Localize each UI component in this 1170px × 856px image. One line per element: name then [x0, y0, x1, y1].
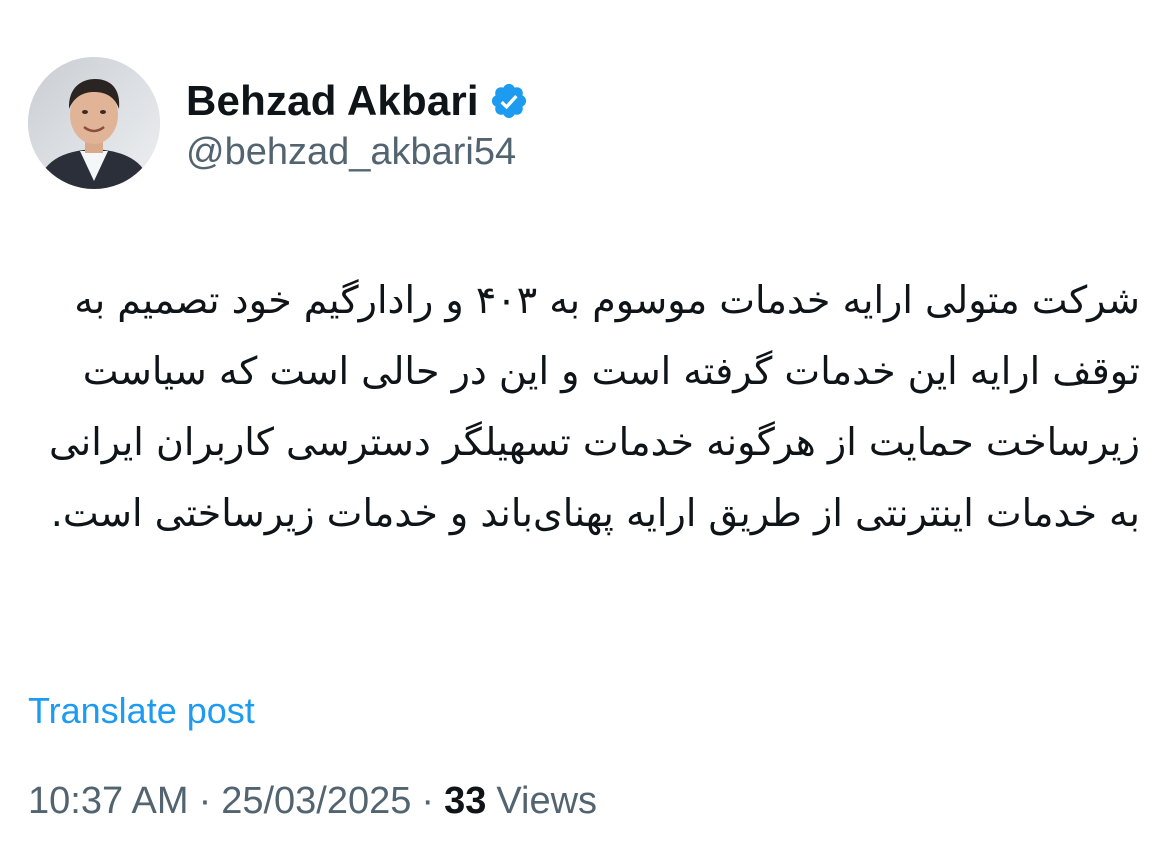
author-names: Behzad Akbari @behzad_akbari54: [186, 73, 529, 174]
views-label: Views: [496, 780, 598, 822]
tweet-date[interactable]: 25/03/2025: [221, 780, 411, 823]
tweet-meta: 10:37 AM · 25/03/2025 · 33 Views: [28, 780, 597, 823]
verified-badge-icon[interactable]: [489, 81, 529, 121]
tweet-text: شرکت متولی ارایه خدمات موسوم به ۴۰۳ و را…: [48, 278, 1140, 535]
author-avatar[interactable]: [28, 57, 160, 189]
display-name-row: Behzad Akbari: [186, 73, 529, 129]
author-handle[interactable]: @behzad_akbari54: [186, 131, 529, 174]
display-name[interactable]: Behzad Akbari: [186, 77, 479, 125]
avatar-image: [28, 57, 160, 189]
tweet-header: Behzad Akbari @behzad_akbari54: [28, 57, 529, 189]
meta-separator: ·: [198, 780, 212, 822]
tweet-time[interactable]: 10:37 AM: [28, 780, 189, 823]
translate-post-link[interactable]: Translate post: [28, 690, 255, 732]
meta-separator: ·: [421, 780, 435, 822]
views-count[interactable]: 33: [444, 780, 486, 823]
